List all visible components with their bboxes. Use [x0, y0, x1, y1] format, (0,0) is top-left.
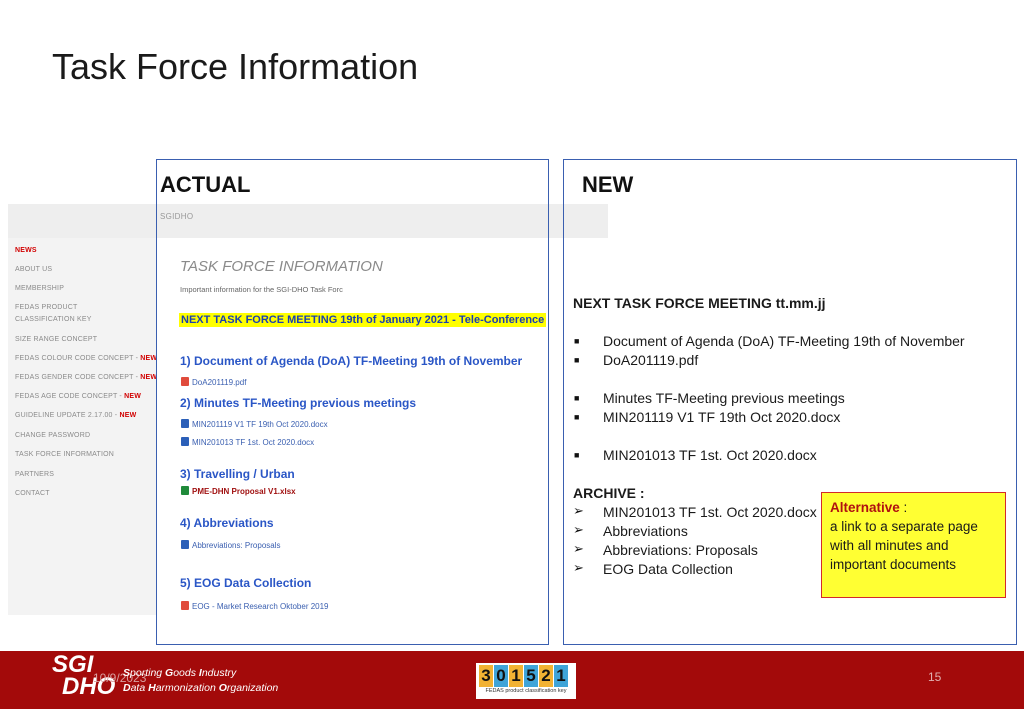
file-link[interactable]: Abbreviations: Proposals: [181, 540, 281, 550]
arrow-bullet-icon: ➢: [573, 503, 584, 518]
nav-item-label: FEDAS COLOUR CODE CONCEPT -: [15, 355, 141, 362]
word-icon: [181, 419, 189, 428]
nav-item-about-us[interactable]: ABOUT US: [15, 265, 52, 274]
bullet-text[interactable]: DoA201119.pdf: [603, 352, 698, 368]
file-name: PME-DHN Proposal V1.xlsx: [192, 487, 296, 496]
section-agenda[interactable]: 1) Document of Agenda (DoA) TF-Meeting 1…: [180, 354, 522, 368]
nav-item-news[interactable]: NEWS: [15, 246, 37, 255]
badge-digit: 5: [524, 665, 538, 687]
bullet-icon: ■: [574, 355, 580, 365]
slide-title: Task Force Information: [52, 46, 419, 87]
file-link[interactable]: EOG - Market Research Oktober 2019: [181, 601, 329, 611]
badge-digit: 3: [479, 665, 493, 687]
arrow-bullet-icon: ➢: [573, 522, 584, 537]
file-name: MIN201119 V1 TF 19th Oct 2020.docx: [192, 420, 328, 429]
excel-icon: [181, 486, 189, 495]
section-abbreviations[interactable]: 4) Abbreviations: [180, 516, 274, 530]
bullet-text[interactable]: MIN201119 V1 TF 19th Oct 2020.docx: [603, 409, 840, 425]
org-line-1: Sporting Goods Industry: [123, 667, 237, 679]
arrow-bullet-icon: ➢: [573, 560, 584, 575]
bullet-text[interactable]: Minutes TF-Meeting previous meetings: [603, 390, 845, 406]
alternative-line: important documents: [830, 557, 957, 572]
nav-item-label: GUIDELINE UPDATE 2.17.00 -: [15, 412, 120, 419]
word-icon: [181, 540, 189, 549]
file-link[interactable]: MIN201119 V1 TF 19th Oct 2020.docx: [181, 419, 328, 429]
new-badge: NEW: [119, 412, 137, 419]
section-eog[interactable]: 5) EOG Data Collection: [180, 576, 311, 590]
file-link[interactable]: PME-DHN Proposal V1.xlsx: [181, 486, 296, 496]
badge-digit: 2: [539, 665, 553, 687]
actual-heading: ACTUAL: [160, 172, 251, 197]
nav-item-task-force-information[interactable]: TASK FORCE INFORMATION: [15, 450, 114, 459]
alternative-title: Alternative: [830, 500, 900, 515]
badge-digit: 0: [494, 665, 508, 687]
nav-item-colour-code[interactable]: FEDAS COLOUR CODE CONCEPT - NEW: [15, 354, 157, 363]
new-badge: NEW: [140, 374, 158, 381]
page-subtitle: Important information for the SGI-DHO Ta…: [180, 285, 343, 294]
archive-item[interactable]: EOG Data Collection: [603, 561, 733, 577]
bullet-icon: ■: [574, 450, 580, 460]
nav-item-fedas-product[interactable]: FEDAS PRODUCT: [15, 303, 78, 312]
nav-item-guideline-update[interactable]: GUIDELINE UPDATE 2.17.00 - NEW: [15, 411, 136, 420]
bullet-icon: ■: [574, 336, 580, 346]
nav-item-contact[interactable]: CONTACT: [15, 489, 50, 498]
archive-item[interactable]: Abbreviations: [603, 523, 688, 539]
bullet-text[interactable]: MIN201013 TF 1st. Oct 2020.docx: [603, 447, 817, 463]
alternative-line: with all minutes and: [830, 538, 949, 553]
alternative-colon: :: [899, 500, 908, 515]
alternative-heading: Alternative :: [830, 498, 997, 517]
file-name: DoA201119.pdf: [192, 378, 247, 387]
archive-item[interactable]: Abbreviations: Proposals: [603, 542, 758, 558]
archive-item[interactable]: MIN201013 TF 1st. Oct 2020.docx: [603, 504, 817, 520]
org-line-2: Data Harmonization Organization: [123, 682, 279, 694]
file-link[interactable]: MIN201013 TF 1st. Oct 2020.docx: [181, 437, 314, 447]
arrow-bullet-icon: ➢: [573, 541, 584, 556]
file-name: EOG - Market Research Oktober 2019: [192, 602, 329, 611]
bullet-icon: ■: [574, 412, 580, 422]
site-side-nav: [8, 238, 156, 615]
section-travelling[interactable]: 3) Travelling / Urban: [180, 467, 295, 481]
bullet-icon: ■: [574, 393, 580, 403]
nav-item-label: FEDAS GENDER CODE CONCEPT -: [15, 374, 141, 381]
badge-digit: 1: [509, 665, 523, 687]
page-number: 15: [928, 670, 942, 684]
page-title: TASK FORCE INFORMATION: [180, 258, 383, 275]
file-name: MIN201013 TF 1st. Oct 2020.docx: [192, 438, 315, 447]
file-link[interactable]: DoA201119.pdf: [181, 377, 246, 387]
nav-item-label: FEDAS AGE CODE CONCEPT -: [15, 393, 125, 400]
organization-name: Sporting Goods Industry Data Harmonizati…: [123, 666, 278, 696]
badge-digits: 3 0 1 5 2 1: [476, 663, 576, 687]
new-heading: NEW: [582, 172, 634, 197]
badge-digit: 1: [554, 665, 568, 687]
section-minutes[interactable]: 2) Minutes TF-Meeting previous meetings: [180, 396, 416, 410]
nav-item-size-range[interactable]: SIZE RANGE CONCEPT: [15, 335, 97, 344]
nav-item-classification-key[interactable]: CLASSIFICATION KEY: [15, 315, 92, 324]
alternative-line: a link to a separate page: [830, 519, 978, 534]
fedas-classification-badge: 3 0 1 5 2 1 FEDAS product classification…: [476, 663, 576, 699]
archive-label: ARCHIVE :: [573, 485, 645, 501]
next-meeting-title: NEXT TASK FORCE MEETING tt.mm.jj: [573, 295, 826, 311]
new-badge: NEW: [124, 393, 142, 400]
nav-item-membership[interactable]: MEMBERSHIP: [15, 284, 64, 293]
pdf-icon: [181, 601, 189, 610]
bullet-text[interactable]: Document of Agenda (DoA) TF-Meeting 19th…: [603, 333, 965, 349]
nav-item-change-password[interactable]: CHANGE PASSWORD: [15, 431, 90, 440]
badge-caption: FEDAS product classification key: [485, 688, 567, 694]
alternative-note: Alternative : a link to a separate page …: [821, 492, 1006, 598]
next-meeting-highlight: NEXT TASK FORCE MEETING 19th of January …: [179, 313, 547, 327]
nav-item-age-code[interactable]: FEDAS AGE CODE CONCEPT - NEW: [15, 392, 141, 401]
pdf-icon: [181, 377, 189, 386]
nav-item-gender-code[interactable]: FEDAS GENDER CODE CONCEPT - NEW: [15, 373, 157, 382]
word-icon: [181, 437, 189, 446]
nav-item-partners[interactable]: PARTNERS: [15, 470, 54, 479]
file-name: Abbreviations: Proposals: [192, 541, 281, 550]
new-badge: NEW: [140, 355, 158, 362]
